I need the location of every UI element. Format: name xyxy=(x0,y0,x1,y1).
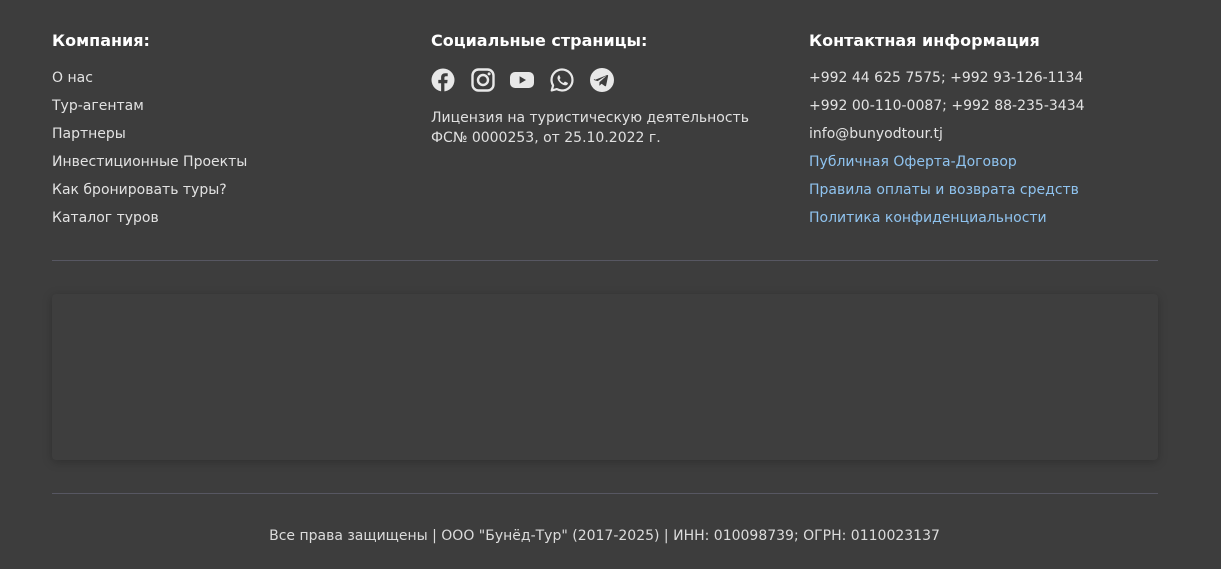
contacts-column: Контактная информация +992 44 625 7575; … xyxy=(809,31,1169,226)
company-title: Компания: xyxy=(52,31,150,50)
privacy-policy-link[interactable]: Политика конфиденциальности xyxy=(809,208,1085,236)
whatsapp-icon[interactable] xyxy=(550,68,574,92)
footer-panel xyxy=(52,294,1158,460)
instagram-icon[interactable] xyxy=(471,68,495,92)
footer-divider-bottom xyxy=(52,493,1158,494)
link-how-to-book[interactable]: Как бронировать туры? xyxy=(52,180,247,208)
youtube-icon[interactable] xyxy=(510,68,534,92)
company-column: Компания: О нас Тур-агентам Партнеры Инв… xyxy=(52,31,412,226)
phones-line-1[interactable]: +992 44 625 7575; +992 93-126-1134 xyxy=(809,68,1085,96)
telegram-icon[interactable] xyxy=(590,68,614,92)
link-tour-agents[interactable]: Тур-агентам xyxy=(52,96,247,124)
social-column: Социальные страницы: Лицензия на туристи… xyxy=(431,31,791,146)
email-link[interactable]: info@bunyodtour.tj xyxy=(809,124,1085,152)
facebook-icon[interactable] xyxy=(431,68,455,92)
copyright-text: Все права защищены | ООО "Бунёд-Тур" (20… xyxy=(269,528,940,544)
contacts-list: +992 44 625 7575; +992 93-126-1134 +992 … xyxy=(809,68,1085,236)
company-links: О нас Тур-агентам Партнеры Инвестиционны… xyxy=(52,68,247,236)
public-offer-link[interactable]: Публичная Оферта-Договор xyxy=(809,152,1085,180)
link-tour-catalog[interactable]: Каталог туров xyxy=(52,208,247,236)
payment-rules-link[interactable]: Правила оплаты и возврата средств xyxy=(809,180,1085,208)
contacts-title: Контактная информация xyxy=(809,31,1040,50)
link-partners[interactable]: Партнеры xyxy=(52,124,247,152)
footer-columns: Компания: О нас Тур-агентам Партнеры Инв… xyxy=(52,31,1158,241)
footer-divider-top xyxy=(52,260,1158,261)
link-about[interactable]: О нас xyxy=(52,68,247,96)
license-text: Лицензия на туристическую деятельность Ф… xyxy=(431,110,749,146)
phones-line-2[interactable]: +992 00-110-0087; +992 88-235-3434 xyxy=(809,96,1085,124)
link-investment-projects[interactable]: Инвестиционные Проекты xyxy=(52,152,247,180)
social-title: Социальные страницы: xyxy=(431,31,648,50)
